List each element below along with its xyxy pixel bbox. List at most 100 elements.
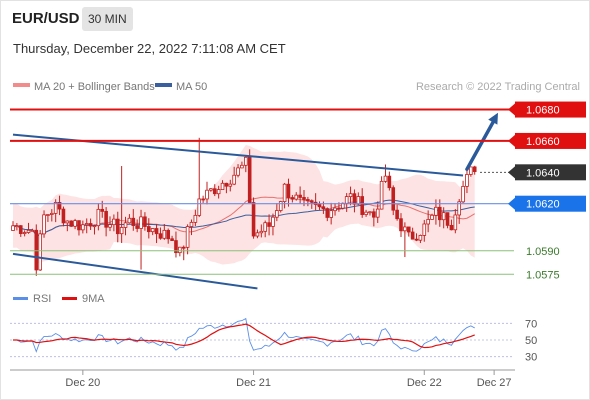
candle-body [375,208,380,218]
x-tick-label: Dec 22 [407,377,442,389]
candle-body [391,187,396,211]
candle-body [197,198,202,216]
level-1-0640: 1.0640 [480,164,586,181]
label-pointer [508,134,515,147]
candle-body [232,174,236,185]
rsi-pane: 70 50 30 [10,317,537,364]
pivot-label: 1.0620 [526,199,560,211]
candle-body [22,232,27,234]
candle-body [154,228,159,235]
ma50-legend-swatch [155,83,172,87]
candle-body [290,197,295,200]
candle-body [302,197,306,200]
rsi-tick-label: 70 [525,318,537,330]
candle-body [135,225,139,229]
candle-body [150,228,155,233]
candle [34,224,39,276]
resistance-label: 1.0680 [526,105,560,117]
candle-body [131,217,136,226]
rsi-ma-line [12,323,475,349]
resistance-label: 1.0660 [526,136,560,148]
level-1-0660: 1.0660 [10,132,586,149]
candle-body [115,218,120,235]
level-1-0575: 1.0575 [10,269,560,281]
candle-body [271,216,275,227]
candle-body [278,201,283,211]
candle [42,210,46,238]
candle-body [209,188,213,191]
candle-body [224,182,229,187]
rsi-legend-label: RSI [33,293,51,305]
price-chart: MA 20 + Bollinger Bands MA 50 Research ©… [10,81,586,389]
candle-body [61,208,66,224]
candle-body [418,235,423,241]
price-pane [11,112,498,290]
candle-body [243,156,248,166]
candle-body [119,227,124,235]
x-tick-label: Dec 20 [65,377,100,389]
rsi-legend-swatch [13,297,28,300]
ma20-legend-label: MA 20 + Bollinger Bands [34,81,155,93]
candle-body [306,199,310,202]
ma50-legend-label: MA 50 [176,81,207,93]
candle [403,222,407,258]
candle-body [267,222,271,227]
support-label: 1.0575 [526,269,560,281]
candle-body [379,180,384,210]
candle-body [251,202,256,237]
candle-body [422,223,427,236]
candle-body [108,224,112,228]
candle-body [158,233,163,239]
label-pointer [508,166,515,179]
candle-body [96,208,101,227]
candle-body [146,226,151,233]
candle-body [333,207,337,212]
candle-body [406,226,411,233]
candle-body [185,226,190,248]
candle-body [42,214,46,235]
projection-arrow-shaft [465,116,497,171]
candle-body [46,214,50,216]
candle-body [426,219,430,225]
candle-body [395,209,399,220]
candle-body [30,229,35,232]
candle-body [123,222,128,228]
candle-body [383,175,388,182]
candle-body [34,229,39,271]
candle-body [77,220,81,231]
candle-body [178,246,182,254]
candle-body [201,198,205,201]
candle-body [205,189,209,200]
candle-body [236,167,240,176]
candle-body [472,166,477,173]
candle-body [399,218,403,232]
candle-body [112,218,116,226]
candle-body [445,212,450,226]
candle-body [434,206,438,216]
candle-body [92,225,97,228]
rsi-ma-legend-label: 9MA [82,293,105,305]
candle-body [294,194,299,200]
copyright-text: Research © 2022 Trading Central [416,81,580,93]
candle-body [216,189,221,195]
rsi-ma-legend-swatch [62,297,77,300]
candle-body [449,224,454,231]
candle-body [69,220,74,227]
candle [379,176,384,210]
candle-body [298,194,302,198]
candle-body [348,193,353,197]
candle-body [220,182,225,190]
candle-body [368,211,372,214]
candle-body [275,210,279,218]
candle [387,171,392,191]
candle-body [65,220,70,224]
label-pointer [508,197,515,210]
candle-body [15,225,19,228]
candle-body [162,229,167,239]
candle [178,246,182,257]
candle-body [461,185,465,203]
candle-body [430,214,434,220]
candle-body [73,220,77,227]
x-tick-label: Dec 27 [477,377,512,389]
candle [461,180,465,204]
